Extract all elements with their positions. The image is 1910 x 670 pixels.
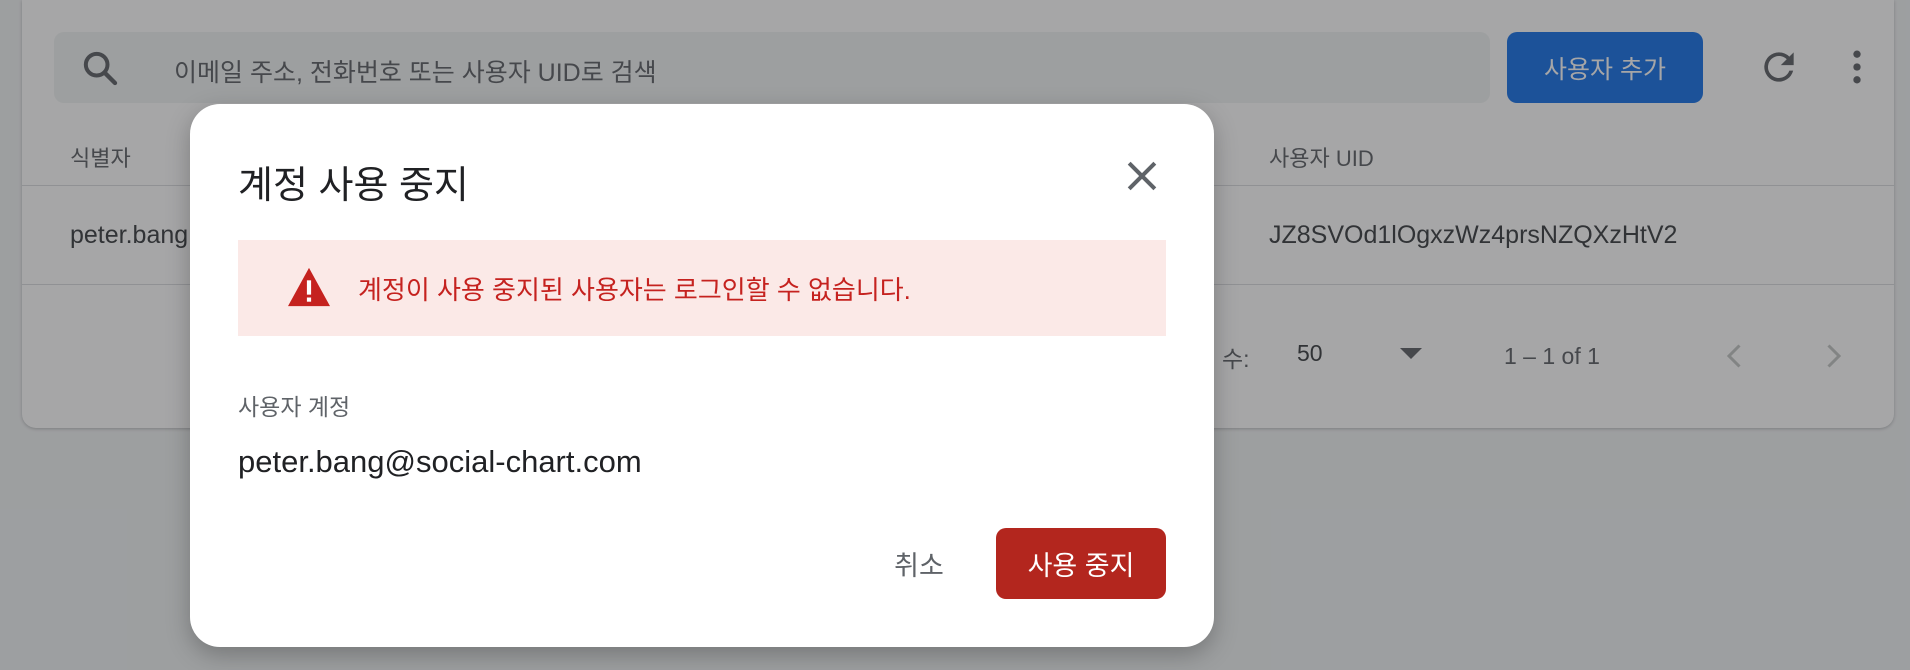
account-email: peter.bang@social-chart.com <box>238 444 642 479</box>
cancel-button[interactable]: 취소 <box>860 528 978 599</box>
close-icon[interactable] <box>1120 154 1164 198</box>
disable-account-button[interactable]: 사용 중지 <box>996 528 1166 599</box>
dialog-title: 계정 사용 중지 <box>238 165 469 207</box>
warning-icon <box>288 267 330 307</box>
disable-account-dialog: 계정 사용 중지 계정이 사용 중지된 사용자는 로그인할 수 없습니다. 사용… <box>190 104 1214 647</box>
account-label: 사용자 계정 <box>238 394 351 420</box>
warning-banner: 계정이 사용 중지된 사용자는 로그인할 수 없습니다. <box>238 240 1166 336</box>
warning-text: 계정이 사용 중지된 사용자는 로그인할 수 없습니다. <box>358 275 911 305</box>
